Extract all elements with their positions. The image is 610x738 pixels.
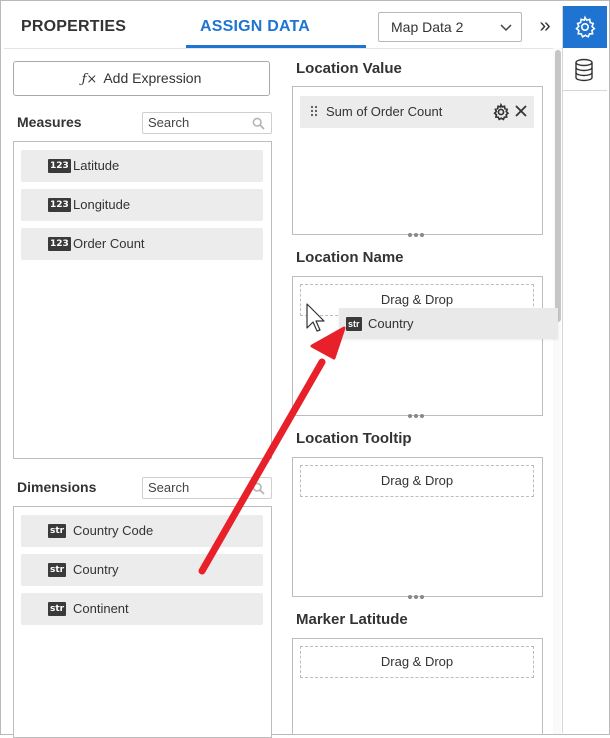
close-icon[interactable] bbox=[514, 104, 528, 118]
scrollbar-thumb[interactable] bbox=[555, 50, 561, 322]
string-type-icon: str bbox=[48, 524, 67, 538]
dimension-item-country[interactable]: str Country bbox=[21, 554, 263, 586]
resize-handle-icon[interactable] bbox=[408, 414, 428, 420]
location-value-title: Location Value bbox=[296, 60, 402, 77]
field-label: Order Count bbox=[73, 236, 145, 251]
field-label: Continent bbox=[73, 601, 129, 616]
number-type-icon: 123 bbox=[48, 159, 71, 173]
gear-icon[interactable] bbox=[492, 103, 510, 121]
chevron-down-icon bbox=[500, 24, 512, 32]
dimensions-label: Dimensions bbox=[17, 479, 97, 495]
expand-panel-button[interactable]: » bbox=[534, 15, 556, 39]
function-icon: ƒ× bbox=[81, 72, 98, 87]
measures-label: Measures bbox=[17, 114, 82, 130]
string-type-icon: str bbox=[346, 317, 362, 331]
measure-item-latitude[interactable]: 123 Latitude bbox=[21, 150, 263, 182]
resize-handle-icon[interactable] bbox=[408, 595, 428, 601]
dimension-item-country-code[interactable]: str Country Code bbox=[21, 515, 263, 547]
dimension-item-continent[interactable]: str Continent bbox=[21, 593, 263, 625]
string-type-icon: str bbox=[48, 602, 67, 616]
properties-gear-button[interactable] bbox=[563, 6, 607, 48]
database-icon[interactable] bbox=[573, 58, 595, 82]
field-label: Country bbox=[73, 562, 119, 577]
side-icon-strip bbox=[562, 6, 608, 733]
header-divider bbox=[4, 48, 562, 49]
number-type-icon: 123 bbox=[48, 237, 71, 251]
drag-handle-icon[interactable] bbox=[310, 105, 318, 119]
resize-handle-icon[interactable] bbox=[408, 233, 428, 239]
search-icon bbox=[252, 482, 265, 495]
field-label: Country Code bbox=[73, 523, 154, 538]
measure-item-order-count[interactable]: 123 Order Count bbox=[21, 228, 263, 260]
measures-search-input[interactable]: Search bbox=[142, 112, 272, 134]
side-strip-divider bbox=[563, 90, 607, 91]
tab-properties[interactable]: PROPERTIES bbox=[21, 10, 126, 46]
assigned-item-label: Sum of Order Count bbox=[326, 104, 443, 119]
tab-assign-data[interactable]: ASSIGN DATA bbox=[200, 10, 310, 46]
marker-latitude-placeholder[interactable]: Drag & Drop bbox=[300, 646, 534, 678]
field-label: Latitude bbox=[73, 158, 120, 173]
location-name-title: Location Name bbox=[296, 249, 404, 266]
location-tooltip-placeholder[interactable]: Drag & Drop bbox=[300, 465, 534, 497]
drag-ghost-label: Country bbox=[368, 316, 414, 331]
map-data-select-value: Map Data 2 bbox=[391, 19, 464, 35]
location-tooltip-title: Location Tooltip bbox=[296, 430, 412, 447]
search-icon bbox=[252, 117, 265, 130]
assigned-item-sum-of-order-count[interactable]: Sum of Order Count bbox=[300, 96, 534, 128]
number-type-icon: 123 bbox=[48, 198, 71, 212]
add-expression-button[interactable]: ƒ× Add Expression bbox=[13, 61, 270, 96]
measure-item-longitude[interactable]: 123 Longitude bbox=[21, 189, 263, 221]
measures-search-placeholder: Search bbox=[148, 115, 190, 130]
drag-ghost-country: str Country bbox=[339, 308, 558, 339]
field-label: Longitude bbox=[73, 197, 131, 212]
gear-icon bbox=[575, 15, 596, 38]
dimensions-search-input[interactable]: Search bbox=[142, 477, 272, 499]
marker-latitude-title: Marker Latitude bbox=[296, 611, 408, 628]
dimensions-search-placeholder: Search bbox=[148, 480, 190, 495]
add-expression-label: Add Expression bbox=[103, 70, 202, 86]
string-type-icon: str bbox=[48, 563, 67, 577]
map-data-select[interactable]: Map Data 2 bbox=[378, 12, 522, 42]
